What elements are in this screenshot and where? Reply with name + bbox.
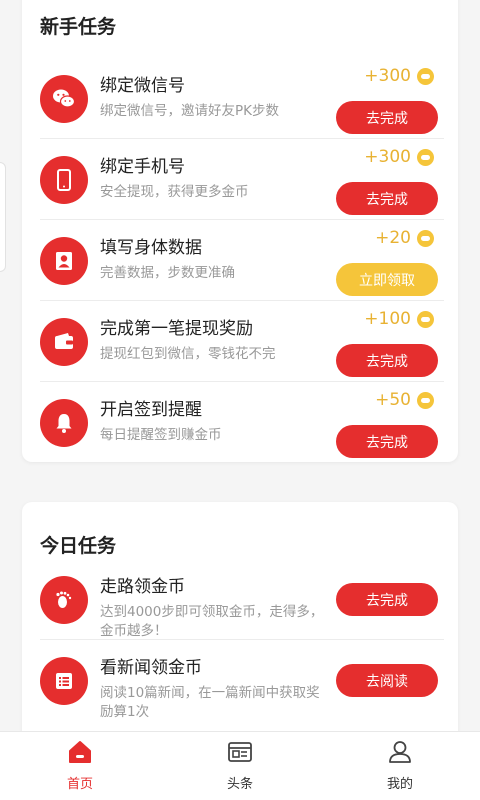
- go-complete-button[interactable]: 去完成: [336, 425, 438, 458]
- person-icon: [40, 237, 88, 285]
- task-reward: +100: [364, 309, 434, 329]
- reward-amount: +50: [375, 390, 411, 410]
- phone-icon: [40, 156, 88, 204]
- today-tasks-card: 今日任务 走路领金币 达到4000步即可领取金币，走得多，金币越多！ 去完成 看…: [22, 502, 458, 752]
- bell-icon: [40, 399, 88, 447]
- task-subtitle: 提现红包到微信，零钱花不完: [100, 346, 276, 362]
- task-title: 完成第一笔提现奖励: [100, 319, 253, 339]
- task-subtitle: 每日提醒签到赚金币: [100, 427, 222, 443]
- coin-icon: [417, 229, 434, 247]
- user-icon: [389, 741, 411, 763]
- reward-amount: +20: [375, 228, 411, 248]
- task-title: 走路领金币: [100, 577, 185, 597]
- task-row-checkin-reminder: 开启签到提醒 每日提醒签到赚金币 +50 去完成: [22, 382, 458, 463]
- task-title: 绑定手机号: [100, 157, 185, 177]
- task-subtitle: 安全提现，获得更多金币: [100, 184, 249, 200]
- wallet-icon: [40, 318, 88, 366]
- coin-icon: [417, 310, 434, 328]
- task-row-bind-phone: 绑定手机号 安全提现，获得更多金币 +300 去完成: [22, 139, 458, 220]
- reward-amount: +100: [364, 309, 411, 329]
- coin-icon: [417, 67, 434, 85]
- task-subtitle: 完善数据，步数更准确: [100, 265, 235, 281]
- task-subtitle: 绑定微信号，邀请好友PK步数: [100, 103, 279, 119]
- reward-amount: +300: [364, 66, 411, 86]
- task-row-news: 看新闻领金币 阅读10篇新闻，在一篇新闻中获取奖励算1次 去阅读: [22, 640, 458, 721]
- newbie-tasks-card: 新手任务 绑定微信号 绑定微信号，邀请好友PK步数 +300 去完成 绑定手机号…: [22, 0, 458, 462]
- task-row-walk: 走路领金币 达到4000步即可领取金币，走得多，金币越多！ 去完成: [22, 559, 458, 640]
- go-complete-button[interactable]: 去完成: [336, 583, 438, 616]
- side-drawer-handle[interactable]: [0, 162, 6, 272]
- news-icon: [40, 657, 88, 705]
- task-title: 填写身体数据: [100, 238, 202, 258]
- go-complete-button[interactable]: 去完成: [336, 182, 438, 215]
- task-row-body-data: 填写身体数据 完善数据，步数更准确 +20 立即领取: [22, 220, 458, 301]
- tab-home[interactable]: 首页: [0, 732, 160, 800]
- task-reward: +20: [375, 228, 434, 248]
- tab-label: 我的: [386, 777, 413, 792]
- task-title: 看新闻领金币: [100, 658, 202, 678]
- bottom-tab-bar: 首页 头条 我的: [0, 731, 480, 800]
- go-complete-button[interactable]: 去完成: [336, 101, 438, 134]
- task-row-first-withdraw: 完成第一笔提现奖励 提现红包到微信，零钱花不完 +100 去完成: [22, 301, 458, 382]
- claim-now-button[interactable]: 立即领取: [336, 263, 438, 296]
- task-row-bind-wechat: 绑定微信号 绑定微信号，邀请好友PK步数 +300 去完成: [22, 58, 458, 139]
- newspaper-icon: [228, 742, 252, 762]
- task-title: 开启签到提醒: [100, 400, 202, 420]
- reward-amount: +300: [364, 147, 411, 167]
- task-subtitle: 达到4000步即可领取金币，走得多，金币越多！: [100, 604, 324, 639]
- task-reward: +300: [364, 66, 434, 86]
- tab-mine[interactable]: 我的: [320, 732, 480, 800]
- section-title-newbie: 新手任务: [40, 16, 117, 38]
- tab-label: 首页: [66, 777, 93, 792]
- go-read-button[interactable]: 去阅读: [336, 664, 438, 697]
- task-reward: +50: [375, 390, 434, 410]
- tab-label: 头条: [226, 777, 253, 792]
- tab-headlines[interactable]: 头条: [160, 732, 320, 800]
- task-reward: +300: [364, 147, 434, 167]
- coin-icon: [417, 391, 434, 409]
- wechat-icon: [40, 75, 88, 123]
- coin-icon: [417, 148, 434, 166]
- section-title-today: 今日任务: [40, 535, 117, 557]
- go-complete-button[interactable]: 去完成: [336, 344, 438, 377]
- home-icon: [69, 741, 91, 763]
- task-title: 绑定微信号: [100, 76, 185, 96]
- footprint-icon: [40, 576, 88, 624]
- task-subtitle: 阅读10篇新闻，在一篇新闻中获取奖励算1次: [100, 685, 320, 720]
